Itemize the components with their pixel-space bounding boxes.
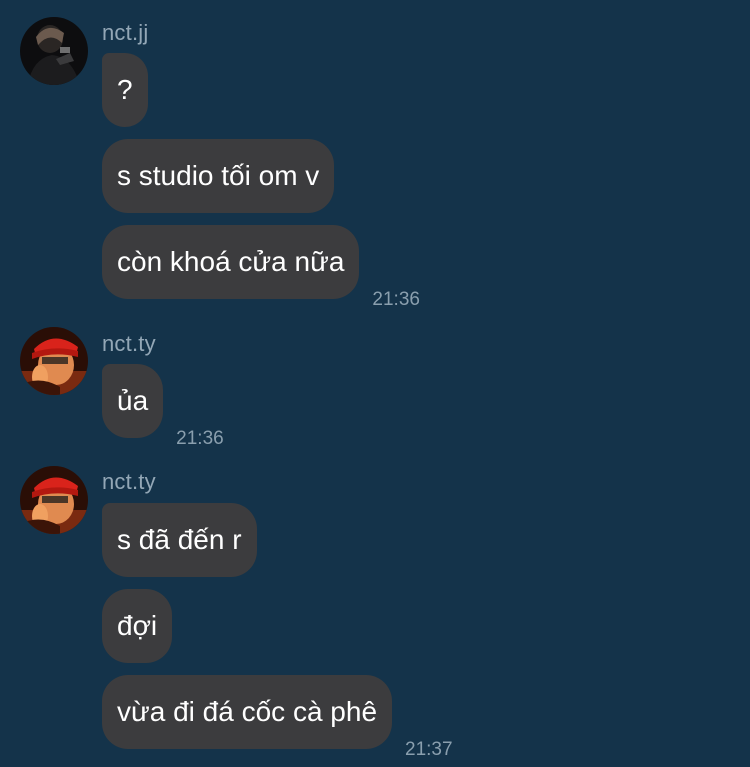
sender-name: nct.ty <box>102 469 156 494</box>
message-bubble[interactable]: vừa đi đá cốc cà phê <box>102 675 393 749</box>
message-row: còn khoá cửa nữa 21:36 <box>102 225 420 310</box>
message-bubble[interactable]: ủa <box>102 364 164 438</box>
message-row: ủa 21:36 <box>102 364 224 449</box>
message-row: s đã đến r <box>102 503 257 577</box>
message-timestamp: 21:37 <box>405 739 453 760</box>
user-avatar-red-cap-photo-icon[interactable] <box>20 327 88 395</box>
message-bubble[interactable]: còn khoá cửa nữa <box>102 225 360 299</box>
sender-name: nct.jj <box>102 20 149 45</box>
message-bubble[interactable]: s đã đến r <box>102 503 257 577</box>
user-avatar-dark-photo-icon[interactable] <box>20 17 88 85</box>
message-row: vừa đi đá cốc cà phê 21:37 <box>102 675 453 760</box>
chat-message-list: nct.jj ? s studio tối om v còn khoá cửa … <box>0 0 750 767</box>
message-timestamp: 21:36 <box>176 428 224 449</box>
message-row: ? <box>102 53 148 127</box>
message-row: đợi <box>102 589 173 663</box>
user-avatar-red-cap-photo-icon[interactable] <box>20 466 88 534</box>
message-row: s studio tối om v <box>102 139 335 213</box>
message-timestamp: 21:36 <box>372 289 420 310</box>
message-bubble[interactable]: ? <box>102 53 148 127</box>
message-bubble[interactable]: đợi <box>102 589 173 663</box>
message-bubble[interactable]: s studio tối om v <box>102 139 335 213</box>
sender-name: nct.ty <box>102 331 156 356</box>
